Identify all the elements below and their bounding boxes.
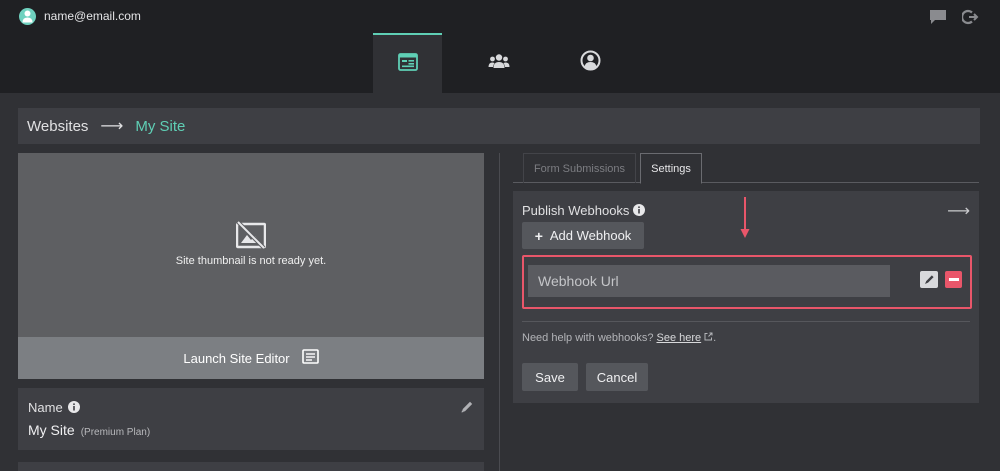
breadcrumb: Websites ⟶ My Site: [18, 108, 980, 144]
external-link-icon: [704, 332, 713, 341]
annotation-arrow-icon: [740, 197, 750, 244]
next-panel: [18, 462, 484, 471]
help-text: Need help with webhooks?: [522, 332, 654, 344]
edit-name-pencil-icon[interactable]: [460, 400, 474, 419]
info-icon[interactable]: [633, 203, 645, 221]
settings-divider: [522, 321, 970, 322]
nav-tab-websites[interactable]: [373, 33, 442, 93]
column-divider: [499, 153, 500, 471]
plan-badge: (Premium Plan): [80, 427, 151, 438]
site-thumbnail: Site thumbnail is not ready yet.: [18, 153, 484, 337]
save-button[interactable]: Save: [522, 363, 578, 391]
help-suffix: .: [713, 332, 717, 344]
launch-label: Launch Site Editor: [183, 350, 290, 366]
account-icon: [580, 50, 601, 76]
webhook-url-input[interactable]: [528, 265, 890, 297]
user-email[interactable]: name@email.com: [44, 9, 141, 23]
name-label: Name: [28, 400, 63, 415]
launch-site-editor-button[interactable]: Launch Site Editor: [18, 337, 484, 379]
edit-webhook-button[interactable]: [920, 271, 938, 288]
nav-tab-account[interactable]: [556, 33, 625, 93]
breadcrumb-websites-link[interactable]: Websites: [27, 118, 88, 135]
cancel-button[interactable]: Cancel: [586, 363, 648, 391]
nav-tab-users[interactable]: [464, 33, 533, 93]
site-name: My Site: [28, 422, 75, 438]
user-avatar-icon[interactable]: [19, 8, 36, 25]
editor-icon: [290, 349, 319, 367]
pencil-icon: [924, 275, 934, 284]
tab-settings[interactable]: Settings: [640, 153, 702, 184]
no-image-icon: [235, 220, 267, 254]
expand-arrow-icon[interactable]: ⟶: [947, 201, 970, 221]
tab-form-submissions[interactable]: Form Submissions: [523, 153, 636, 183]
thumbnail-message: Site thumbnail is not ready yet.: [175, 255, 327, 267]
breadcrumb-separator-icon: ⟶: [100, 118, 124, 135]
publish-webhooks-label: Publish Webhooks: [522, 203, 630, 218]
chat-icon[interactable]: [929, 9, 947, 30]
top-bar: name@email.com: [0, 0, 1000, 33]
website-icon: [397, 52, 418, 76]
add-webhook-label: Add Webhook: [549, 228, 632, 243]
settings-panel: Publish Webhooks ⟶ + Add Webhook Need he…: [513, 191, 979, 403]
users-icon: [488, 53, 510, 74]
info-icon[interactable]: [68, 400, 80, 418]
site-name-panel: Name My Site (Premium Plan): [18, 388, 484, 450]
see-here-link[interactable]: See here: [656, 332, 713, 344]
logout-icon[interactable]: [960, 9, 980, 30]
remove-webhook-button[interactable]: [945, 271, 962, 288]
breadcrumb-current: My Site: [135, 117, 186, 135]
main-nav: [0, 33, 1000, 93]
plus-icon: +: [534, 227, 543, 244]
minus-icon: [948, 278, 959, 281]
add-webhook-button[interactable]: + Add Webhook: [522, 222, 644, 249]
webhook-row-highlight: [522, 255, 972, 309]
site-name-value: My Site (Premium Plan): [28, 422, 150, 438]
webhook-help: Need help with webhooks? See here.: [522, 332, 716, 344]
